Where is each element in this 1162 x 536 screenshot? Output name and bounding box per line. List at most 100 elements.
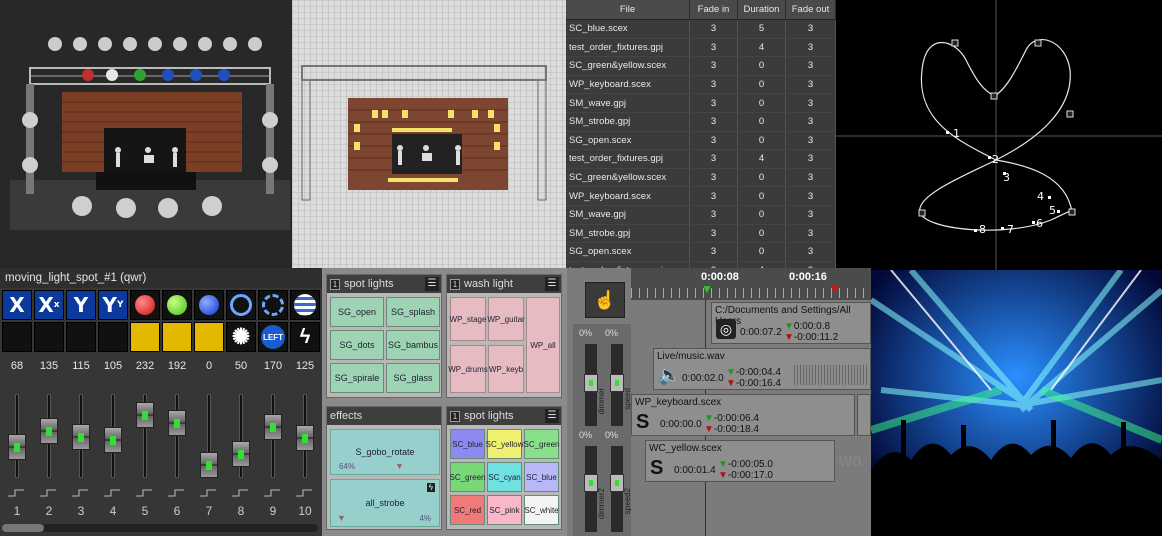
stage-3d-view[interactable] (0, 0, 292, 268)
slider-knob[interactable] (232, 440, 250, 467)
channel-slider[interactable] (34, 392, 64, 480)
menu-icon[interactable]: ☰ (425, 277, 439, 291)
effect-button[interactable]: S_gobo_rotate 64% ▼ (330, 429, 440, 475)
channel-slider[interactable] (290, 392, 320, 480)
pan-icon[interactable]: X (2, 290, 32, 320)
col-file[interactable]: File (566, 0, 690, 19)
prism-icon[interactable] (290, 290, 320, 320)
fader-knob[interactable] (610, 374, 624, 392)
channel-slider[interactable] (66, 392, 96, 480)
fader-knob[interactable] (584, 474, 598, 492)
tilt-icon[interactable]: Y (66, 290, 96, 320)
step-mode-icon[interactable] (130, 486, 160, 498)
timeline-clip[interactable]: C:/Documents and Settings/All Users ◎ 0:… (711, 302, 871, 344)
scene-button[interactable]: SG_splash (386, 297, 440, 327)
col-fade-in[interactable]: Fade in (690, 0, 738, 19)
audio-clip[interactable]: Live/music.wav 🔈 0:00:02.0 ▼-0:00:04.4 ▼… (653, 348, 871, 390)
empty-cell[interactable] (34, 322, 64, 352)
scene-button[interactable]: WP_keyb (488, 345, 524, 393)
horizontal-scrollbar[interactable] (2, 524, 318, 532)
empty-cell[interactable] (66, 322, 96, 352)
gobo-rotate-icon[interactable] (258, 290, 288, 320)
channel-slider[interactable] (98, 392, 128, 480)
channel-slider[interactable] (226, 392, 256, 480)
play-start-marker-icon[interactable]: ▼ (701, 282, 713, 296)
scene-button[interactable]: WP_all (526, 297, 560, 393)
timeline-panel[interactable]: ☝ 0% 0% 0% 0% dimmer speed dimmer2 speed… (567, 268, 871, 536)
empty-cell[interactable] (98, 322, 128, 352)
strobe-splash-icon[interactable]: ✺ (226, 322, 256, 352)
table-row[interactable]: SM_wave.gpj 3 0 3 (566, 205, 836, 225)
table-row[interactable]: SM_wave.gpj 3 0 3 (566, 94, 836, 113)
col-fade-out[interactable]: Fade out (786, 0, 836, 19)
step-mode-icon[interactable] (98, 486, 128, 498)
yellow-color-cell[interactable] (194, 322, 224, 352)
step-mode-icon[interactable] (66, 486, 96, 498)
step-mode-icon[interactable] (34, 486, 64, 498)
table-row[interactable]: SC_blue.scex 3 5 3 (566, 20, 836, 39)
fader-track[interactable] (610, 446, 624, 532)
lightning-icon[interactable]: ϟ (290, 322, 320, 352)
table-row[interactable]: test_order_fixtures.gpj343 (566, 38, 836, 58)
table-row[interactable]: SC_green&yellow.scex 3 0 3 (566, 57, 836, 76)
menu-icon[interactable]: ☰ (545, 409, 559, 423)
slider-knob[interactable] (200, 452, 218, 478)
fader-knob[interactable] (610, 474, 624, 492)
scene-clip[interactable]: WC_yellow.scex S 0:00:01.4 ▼-0:00:05.0 ▼… (645, 440, 835, 482)
slider-knob[interactable] (40, 418, 58, 445)
color-scene-button[interactable]: SC_yellow (486, 429, 523, 459)
slider-knob[interactable] (296, 424, 314, 451)
color-scene-button[interactable]: SC_white (524, 495, 559, 525)
fader-knob[interactable] (584, 374, 598, 392)
effect-button[interactable]: all_strobe 4% ▼ ϟ (330, 479, 440, 527)
playlist-file-table[interactable]: File Fade in Duration Fade out SC_blue.s… (566, 0, 836, 268)
scene-button[interactable]: SG_open (330, 297, 384, 327)
yellow-color-cell[interactable] (162, 322, 192, 352)
color-scene-button[interactable]: SC_green (449, 462, 486, 492)
scene-button[interactable]: SG_spirale (330, 363, 384, 393)
table-row[interactable]: SM_strobe.gpj 3 0 3 (566, 112, 836, 132)
scene-button[interactable]: SG_glass (386, 363, 440, 393)
scene-button[interactable]: WP_stage (450, 297, 486, 341)
slider-knob[interactable] (104, 426, 122, 453)
step-mode-icon[interactable] (226, 486, 256, 498)
slider-knob[interactable] (264, 414, 282, 441)
table-row[interactable]: SG_open.scex 3 0 3 (566, 243, 836, 262)
blue-color-icon[interactable] (194, 290, 224, 320)
slider-track[interactable] (175, 394, 179, 478)
slider-knob[interactable] (72, 424, 90, 450)
step-mode-icon[interactable] (258, 486, 288, 498)
channel-slider[interactable] (2, 392, 32, 480)
fader-track[interactable] (610, 344, 624, 426)
stage-wireframe-view[interactable] (292, 0, 566, 268)
color-scene-button[interactable]: SC_green (523, 429, 560, 459)
slider-knob[interactable] (168, 410, 186, 436)
scene-button[interactable]: WP_guitar (487, 297, 525, 341)
toolbar-hand-icon[interactable]: ☝ (585, 282, 625, 318)
slider-knob[interactable] (8, 434, 26, 461)
color-scene-button[interactable]: SC_red (450, 495, 485, 525)
step-mode-icon[interactable] (194, 486, 224, 498)
play-end-marker-icon[interactable]: ▼ (829, 282, 841, 296)
table-row[interactable]: SC_green&yellow.scex 3 0 3 (566, 168, 836, 188)
channel-slider[interactable] (258, 392, 288, 480)
scene-button[interactable]: SG_dots (330, 330, 384, 360)
table-row[interactable]: WP_keyboard.scex 3 0 3 (566, 187, 836, 206)
slider-knob[interactable] (136, 401, 154, 428)
color-scene-button[interactable]: SC_pink (487, 495, 522, 525)
scrollbar-thumb[interactable] (2, 524, 44, 532)
movement-curve-editor[interactable]: 1 2 3 4 5 6 7 8 (836, 0, 1162, 270)
tilt-fine-icon[interactable]: YY (98, 290, 128, 320)
table-row[interactable]: test_order_fixtures.gpj343 (566, 150, 836, 169)
col-duration[interactable]: Duration (738, 0, 786, 19)
menu-icon[interactable]: ☰ (545, 277, 559, 291)
channel-slider[interactable] (130, 392, 160, 480)
left-rotate-icon[interactable]: LEFT (258, 322, 288, 352)
table-row[interactable]: SG_open.scex 3 0 3 (566, 131, 836, 151)
scene-button[interactable]: WP_drums (448, 345, 488, 393)
red-color-icon[interactable] (130, 290, 160, 320)
step-mode-icon[interactable] (162, 486, 192, 498)
empty-cell[interactable] (2, 322, 32, 352)
fader-track[interactable] (584, 446, 598, 532)
channel-slider[interactable] (194, 392, 224, 480)
